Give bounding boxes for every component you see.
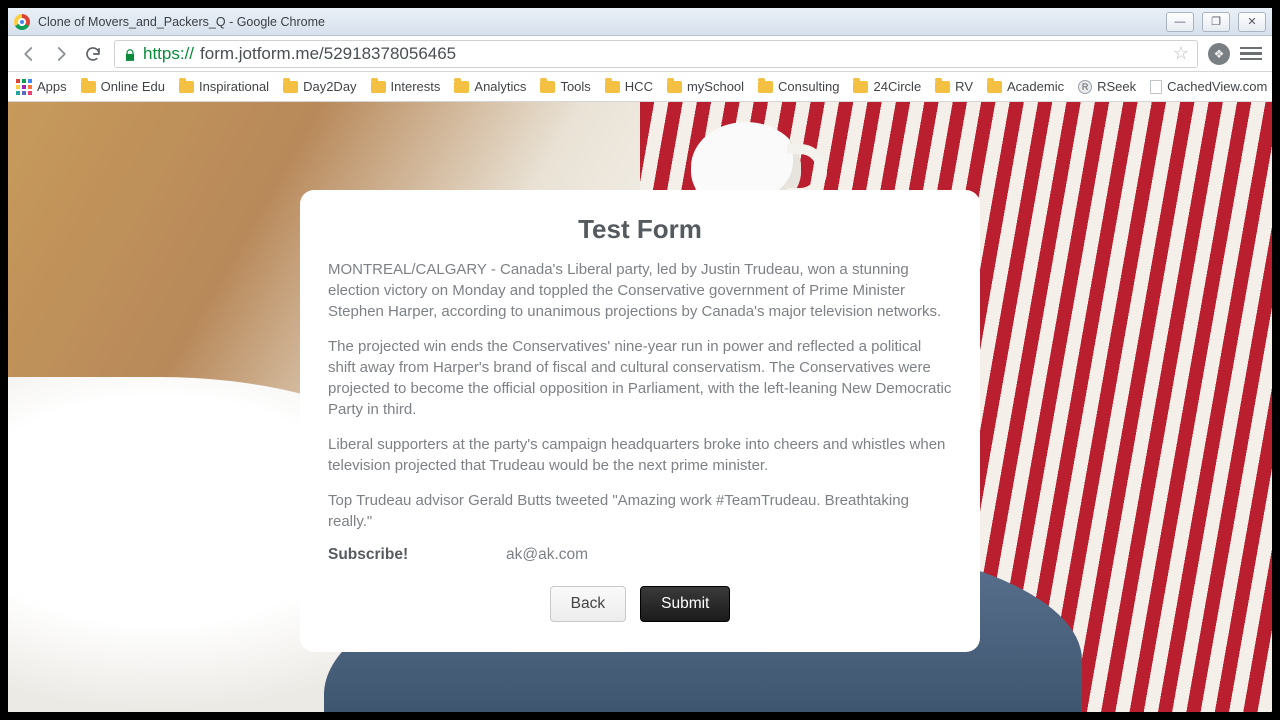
page-icon (1150, 80, 1162, 94)
lock-icon (123, 47, 137, 61)
form-paragraph: The projected win ends the Conservatives… (328, 336, 952, 420)
folder-icon (179, 81, 194, 93)
address-bar[interactable]: https:// form.jotform.me/52918378056465 ☆ (114, 40, 1198, 68)
folder-icon (935, 81, 950, 93)
window-title: Clone of Movers_and_Packers_Q - Google C… (38, 15, 325, 29)
reload-icon[interactable] (82, 43, 104, 65)
form-paragraph: MONTREAL/CALGARY - Canada's Liberal part… (328, 259, 952, 322)
form-paragraph: Liberal supporters at the party's campai… (328, 434, 952, 476)
subscribe-label: Subscribe! (328, 546, 506, 564)
extension-icon[interactable]: ❖ (1208, 43, 1230, 65)
folder-icon (454, 81, 469, 93)
folder-icon (853, 81, 868, 93)
page-viewport: Test Form MONTREAL/CALGARY - Canada's Li… (8, 102, 1272, 712)
back-arrow-icon[interactable] (18, 43, 40, 65)
window-close-button[interactable]: ✕ (1238, 12, 1266, 32)
bookmark-folder[interactable]: Day2Day (283, 79, 356, 94)
folder-icon (540, 81, 555, 93)
forward-arrow-icon[interactable] (50, 43, 72, 65)
bookmark-folder[interactable]: Tools (540, 79, 590, 94)
rseek-icon: R (1078, 80, 1092, 94)
apps-grid-icon (16, 79, 32, 95)
folder-icon (283, 81, 298, 93)
folder-icon (81, 81, 96, 93)
bookmark-folder[interactable]: Online Edu (81, 79, 165, 94)
bookmarks-bar: Apps Online Edu Inspirational Day2Day In… (8, 72, 1272, 102)
form-title: Test Form (328, 214, 952, 245)
folder-icon (987, 81, 1002, 93)
bookmark-folder[interactable]: mySchool (667, 79, 744, 94)
chrome-icon (14, 14, 30, 30)
bookmark-cachedview[interactable]: CachedView.com (1150, 79, 1267, 94)
form-card: Test Form MONTREAL/CALGARY - Canada's Li… (300, 190, 980, 652)
back-button[interactable]: Back (550, 586, 626, 622)
bookmark-folder[interactable]: 24Circle (853, 79, 921, 94)
submit-button[interactable]: Submit (640, 586, 730, 622)
folder-icon (758, 81, 773, 93)
folder-icon (371, 81, 386, 93)
window-minimize-button[interactable]: — (1166, 12, 1194, 32)
url-scheme: https:// (143, 44, 194, 64)
menu-icon[interactable] (1240, 43, 1262, 65)
url-path: form.jotform.me/52918378056465 (200, 44, 456, 64)
window-maximize-button[interactable]: ❐ (1202, 12, 1230, 32)
subscribe-row: Subscribe! ak@ak.com (328, 546, 952, 564)
form-paragraph: Top Trudeau advisor Gerald Butts tweeted… (328, 490, 952, 532)
bookmark-folder[interactable]: Consulting (758, 79, 839, 94)
bookmark-star-icon[interactable]: ☆ (1173, 43, 1189, 64)
bookmark-folder[interactable]: Interests (371, 79, 441, 94)
bookmark-folder[interactable]: HCC (605, 79, 653, 94)
folder-icon (605, 81, 620, 93)
bookmark-folder[interactable]: Analytics (454, 79, 526, 94)
browser-toolbar: https:// form.jotform.me/52918378056465 ☆… (8, 36, 1272, 72)
bookmark-folder[interactable]: Inspirational (179, 79, 269, 94)
apps-label: Apps (37, 79, 67, 94)
folder-icon (667, 81, 682, 93)
subscribe-value: ak@ak.com (506, 546, 588, 564)
bookmark-rseek[interactable]: RRSeek (1078, 79, 1136, 94)
apps-button[interactable]: Apps (16, 79, 67, 95)
window-titlebar: Clone of Movers_and_Packers_Q - Google C… (8, 8, 1272, 36)
bookmark-folder[interactable]: RV (935, 79, 973, 94)
bookmark-folder[interactable]: Academic (987, 79, 1064, 94)
